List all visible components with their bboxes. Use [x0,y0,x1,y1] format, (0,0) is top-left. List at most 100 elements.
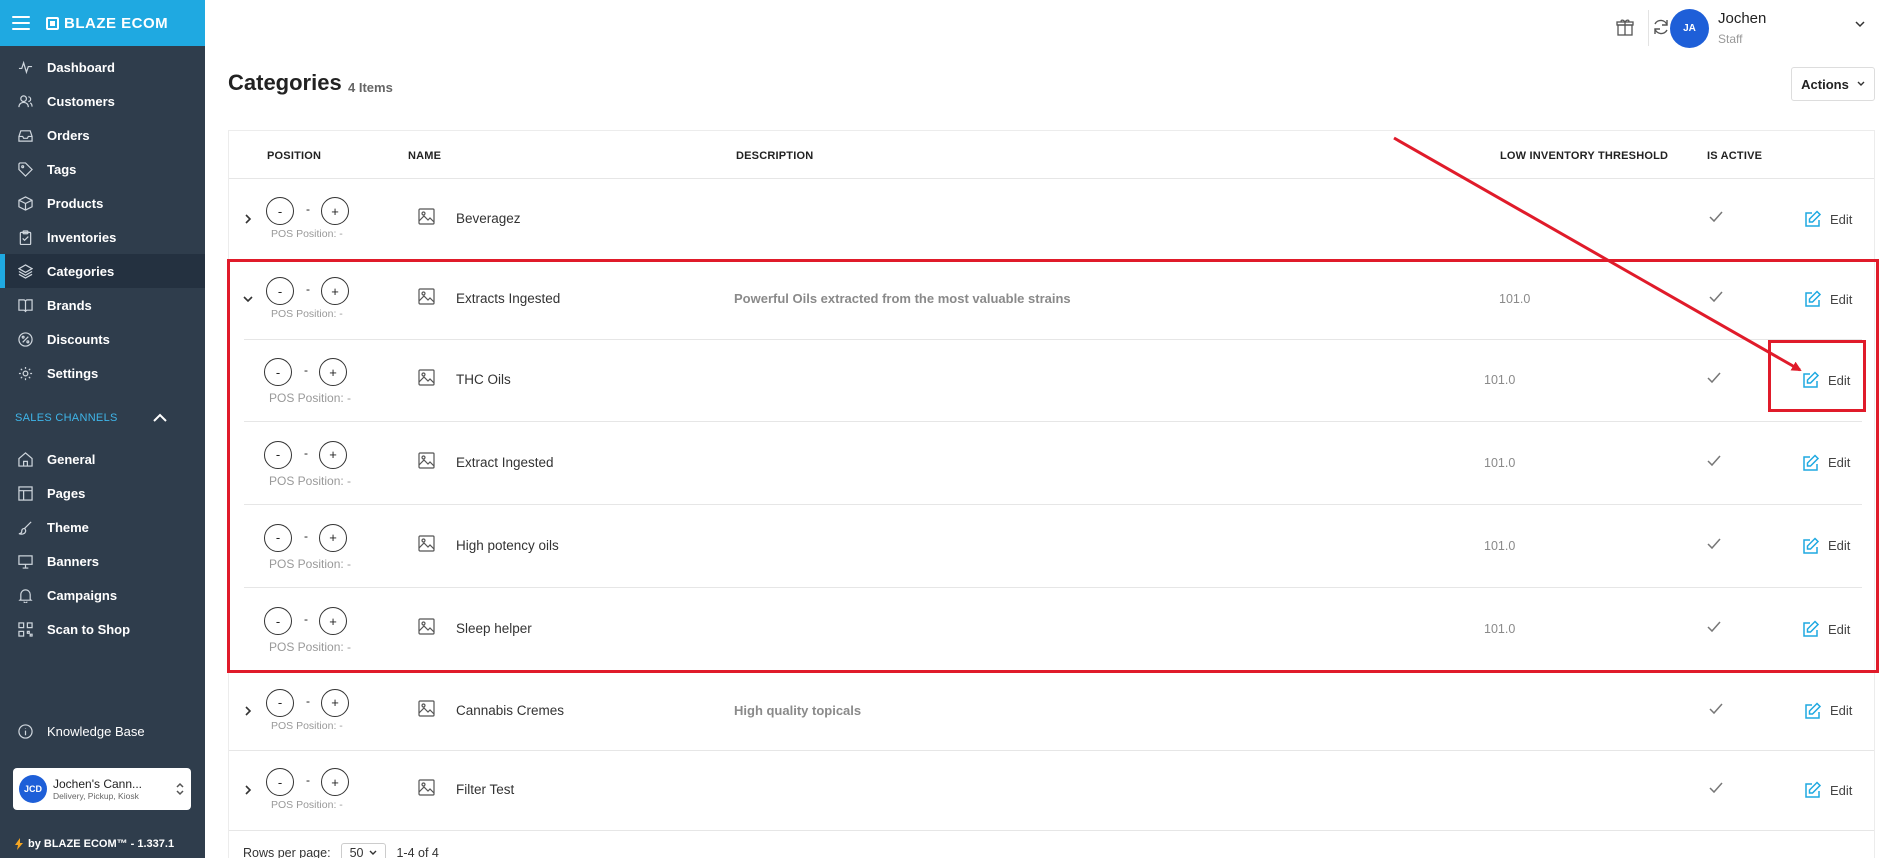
sidebar-item-tags[interactable]: Tags [0,152,205,186]
bolt-icon [15,838,23,850]
knowledge-base-section: Knowledge Base [0,714,205,748]
layout-icon [18,485,33,501]
expand-chevron-icon[interactable] [242,784,254,796]
sidebar-item-categories[interactable]: Categories [0,254,205,288]
sales-channels-header[interactable]: SALES CHANNELS [0,398,205,438]
sidebar-item-settings[interactable]: Settings [0,356,205,390]
home-icon [18,451,33,467]
annotation-highlight-box [227,259,1879,673]
chevron-down-icon [1857,81,1865,86]
rows-per-page-value: 50 [349,846,364,858]
sidebar-item-theme[interactable]: Theme [0,510,205,544]
brand-logo[interactable]: BLAZE ECOM [46,15,168,32]
image-placeholder-icon [418,779,435,796]
sales-channels-label: SALES CHANNELS [15,412,118,424]
sidebar-item-label: Theme [47,519,89,535]
header-divider [229,178,1874,179]
users-icon [18,94,33,107]
sidebar-item-label: Categories [47,263,115,279]
edit-button[interactable]: Edit [1804,701,1853,720]
category-name[interactable]: Cannabis Cremes [456,703,564,718]
pos-position-label: POS Position: - [271,799,343,811]
expand-chevron-icon[interactable] [242,213,254,225]
page-title: Categories [228,70,342,95]
inbox-icon [18,129,33,142]
sidebar-item-label: Inventories [47,229,117,245]
chevron-up-icon[interactable] [153,413,167,423]
sidebar-item-label: General [47,451,96,467]
category-name[interactable]: Filter Test [456,782,514,797]
sidebar-item-brands[interactable]: Brands [0,288,205,322]
category-name[interactable]: Beveragez [456,211,521,226]
header-is-active[interactable]: IS ACTIVE [1707,150,1762,162]
clipboard-icon [19,229,32,245]
edit-label: Edit [1830,703,1853,718]
expand-chevron-icon[interactable] [242,705,254,717]
active-check-icon [1709,211,1723,223]
sidebar-item-customers[interactable]: Customers [0,84,205,118]
position-increment-button[interactable]: + [321,768,349,796]
user-avatar[interactable]: JA [1670,9,1709,48]
store-name: Jochen's Cann... [53,777,143,791]
chevron-down-icon[interactable] [1855,21,1865,28]
book-icon [18,298,33,312]
sidebar-item-products[interactable]: Products [0,186,205,220]
edit-label: Edit [1830,782,1853,798]
brush-icon [18,520,32,535]
sidebar-item-label: Products [47,195,104,211]
sidebar-item-general[interactable]: General [0,442,205,476]
sidebar-item-inventories[interactable]: Inventories [0,220,205,254]
sidebar-item-pages[interactable]: Pages [0,476,205,510]
sidebar-item-orders[interactable]: Orders [0,118,205,152]
sidebar-item-label: Banners [47,553,100,569]
position-decrement-button[interactable]: - [266,197,294,225]
pos-position-label: POS Position: - [271,228,343,240]
user-name[interactable]: Jochen [1718,10,1766,27]
hamburger-menu-icon[interactable] [12,16,30,30]
image-placeholder-icon [418,208,435,225]
store-switcher[interactable]: JCD Jochen's Cann... Delivery, Pickup, K… [13,768,191,810]
gear-icon [18,366,33,380]
header-position[interactable]: POSITION [267,150,321,162]
edit-button[interactable]: Edit [1804,781,1852,799]
position-decrement-button[interactable]: - [266,688,294,717]
position-increment-button[interactable]: + [321,688,349,717]
sidebar-item-discounts[interactable]: Discounts [0,322,205,356]
brand-name: BLAZE ECOM [64,14,169,32]
header-low-inventory-threshold[interactable]: LOW INVENTORY THRESHOLD [1500,150,1668,162]
sidebar-item-scan-to-shop[interactable]: Scan to Shop [0,612,205,646]
brand-bar: BLAZE ECOM [0,0,205,46]
edit-pencil-icon [1805,210,1822,227]
edit-button[interactable]: Edit [1804,210,1852,228]
row-divider [229,830,1874,831]
store-subtitle: Delivery, Pickup, Kiosk [53,791,139,801]
header-description[interactable]: DESCRIPTION [736,150,813,162]
edit-label: Edit [1830,211,1853,227]
bell-icon [18,588,33,603]
active-check-icon [1709,703,1723,714]
pagination-range: 1-4 of 4 [396,846,439,858]
active-check-icon [1709,782,1723,794]
sidebar-item-label: Pages [47,485,86,501]
position-increment-button[interactable]: + [321,197,349,225]
pagination: Rows per page: 50 1-4 of 4 [243,843,439,858]
sidebar: BLAZE ECOM Dashboard Customers Orders Ta… [0,0,205,858]
actions-button[interactable]: Actions [1791,67,1875,101]
version-text: by BLAZE ECOM™ - 1.337.1 [28,838,175,850]
sidebar-item-banners[interactable]: Banners [0,544,205,578]
sidebar-item-campaigns[interactable]: Campaigns [0,578,205,612]
layers-icon [18,263,33,279]
main-nav: Dashboard Customers Orders Tags Products… [0,50,205,390]
header-name[interactable]: NAME [408,150,441,162]
sidebar-item-knowledge-base[interactable]: Knowledge Base [0,714,205,748]
refresh-icon[interactable] [1652,18,1670,36]
logo-icon [46,16,59,30]
rows-per-page-select[interactable]: 50 [340,843,387,858]
gift-icon[interactable] [1616,18,1634,36]
position-decrement-button[interactable]: - [266,768,294,796]
sidebar-item-label: Dashboard [47,59,115,75]
sidebar-item-label: Brands [47,297,92,313]
sidebar-item-dashboard[interactable]: Dashboard [0,50,205,84]
monitor-icon [18,554,33,569]
category-description: High quality topicals [734,702,862,718]
